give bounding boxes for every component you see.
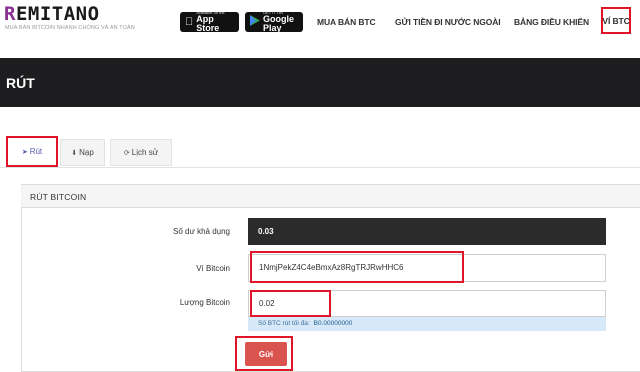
brand-tagline: MUA BÁN BITCOIN NHANH CHÓNG VÀ AN TOÀN xyxy=(5,25,135,31)
tab-history[interactable]: ⟳ Lịch sử xyxy=(110,139,172,166)
nav-dashboard[interactable]: BẢNG ĐIỀU KHIỂN xyxy=(514,17,589,27)
history-icon: ⟳ xyxy=(123,149,130,157)
panel-header: RÚT BITCOIN xyxy=(21,184,640,208)
max-withdraw-hint: Số BTC rút tối đa: B0.00000000 xyxy=(248,317,606,331)
nav-buy-btc[interactable]: MUA BÁN BTC xyxy=(317,17,376,27)
tab-withdraw[interactable]: ➤ Rút xyxy=(6,136,58,167)
app-store-badge[interactable]:  Available on the App Store xyxy=(180,11,239,33)
google-play-badge[interactable]: GET IT ON Google Play xyxy=(245,11,303,33)
google-play-icon xyxy=(250,15,260,29)
top-navbar: REMITANO MUA BÁN BITCOIN NHANH CHÓNG VÀ … xyxy=(0,0,640,58)
send-icon: ➤ xyxy=(21,148,28,156)
page-title: RÚT xyxy=(6,75,35,91)
amount-label: Lượng Bitcoin xyxy=(179,298,230,307)
tab-deposit[interactable]: ⬇ Nạp xyxy=(60,139,105,166)
nav-btc-wallet[interactable]: VÍ BTC xyxy=(601,7,631,34)
address-highlight-box xyxy=(250,251,464,283)
amount-highlight-box xyxy=(250,290,331,317)
tab-divider xyxy=(0,167,640,168)
nav-send-abroad[interactable]: GỬI TIỀN ĐI NƯỚC NGOÀI xyxy=(395,17,501,27)
balance-label: Số dư khả dụng xyxy=(173,227,230,236)
download-icon: ⬇ xyxy=(71,149,78,157)
apple-icon:  xyxy=(185,16,193,28)
page-header: RÚT xyxy=(0,58,640,107)
balance-value: 0.03 xyxy=(248,218,606,245)
address-label: Ví Bitcoin xyxy=(196,264,230,273)
submit-button[interactable]: Gửi xyxy=(245,342,287,366)
panel-title: RÚT BITCOIN xyxy=(30,192,87,202)
remitano-logo[interactable]: REMITANO xyxy=(4,3,100,25)
